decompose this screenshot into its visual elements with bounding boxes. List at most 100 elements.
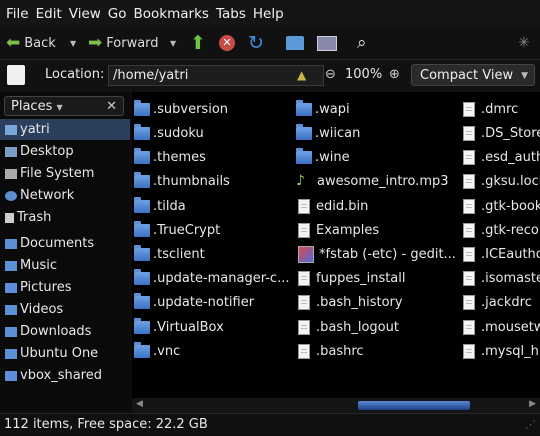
sidebar-item-videos[interactable]: Videos [0,299,130,320]
file-name: Examples [316,222,380,238]
computer-icon[interactable] [317,27,337,59]
file-item[interactable]: .gksu.lock [461,170,540,192]
reload-icon[interactable]: ↻ [248,27,264,59]
document-icon [463,246,475,262]
file-item[interactable]: .vnc [134,340,180,362]
folder-icon [134,244,150,261]
menu-tabs[interactable]: Tabs [216,6,246,22]
zoom-out-icon[interactable]: ⊖ [325,67,336,82]
forward-button[interactable]: ➡ Forward [88,27,159,59]
file-item[interactable]: .gtk-recor [461,219,540,241]
document-icon [463,319,475,335]
file-item[interactable]: .tsclient [134,243,205,265]
sidebar-item-file-system[interactable]: File System [0,163,130,184]
scrollbar-thumb[interactable] [358,401,470,410]
scroll-left-icon[interactable]: ◀ [136,399,143,409]
sidebar-item-music[interactable]: Music [0,255,130,276]
file-item[interactable]: .subversion [134,98,228,120]
sidebar-label: Music [20,258,57,273]
file-item[interactable]: .ICEautho [461,243,540,265]
sidebar-item-downloads[interactable]: Downloads [0,321,130,342]
file-item[interactable]: .themes [134,146,206,168]
file-item[interactable]: .gtk-book [461,195,540,217]
file-item[interactable]: .jackdrc [461,291,532,313]
file-item[interactable]: fuppes_install [296,267,406,289]
edit-location-icon[interactable] [7,65,25,85]
file-item[interactable]: .tilda [134,195,186,217]
bookmark-icon[interactable]: ▲ [297,68,306,82]
sidebar-item-yatri[interactable]: yatri [0,119,130,140]
close-icon[interactable]: ✕ [106,97,117,117]
view-mode-label: Compact View [420,68,514,83]
back-button[interactable]: ⬅ Back [6,27,56,59]
file-item[interactable]: .mousetw [461,316,540,338]
sidebar-item-network[interactable]: Network [0,185,130,206]
file-item[interactable]: .wapi [296,98,350,120]
file-item[interactable]: .DS_Store [461,122,540,144]
menu-bookmarks[interactable]: Bookmarks [134,6,209,22]
places-selector[interactable]: Places ▼ ✕ [4,96,124,116]
file-item[interactable]: .update-notifier [134,291,254,313]
file-name: .isomaste [481,270,540,286]
file-item[interactable]: .bash_logout [296,316,399,338]
document-icon [463,343,475,359]
document-icon [298,343,310,359]
file-item[interactable]: .mysql_his [461,340,540,362]
stop-icon[interactable]: ✕ [219,27,235,59]
file-item[interactable]: .bashrc [296,340,364,362]
file-item[interactable]: .wine [296,146,350,168]
sidebar-item-vbox-shared[interactable]: vbox_shared [0,365,130,386]
file-view: .subversion .sudoku .themes .thumbnails … [132,92,540,398]
home-icon[interactable] [286,27,304,59]
sidebar-label: Downloads [20,324,92,339]
file-name: .mousetw [481,319,540,335]
resize-grip-icon[interactable]: ⋰ [525,414,536,436]
menu-edit[interactable]: Edit [36,6,62,22]
sidebar-item-desktop[interactable]: Desktop [0,141,130,162]
file-item[interactable]: .wiican [296,122,360,144]
back-history-dropdown[interactable]: ▼ [70,27,76,59]
sidebar-item-pictures[interactable]: Pictures [0,277,130,298]
view-mode-select[interactable]: Compact View ▼ [411,64,535,86]
file-item[interactable]: *fstab (-etc) - gedit... [296,243,456,265]
file-item[interactable]: Examples [296,219,379,241]
menu-view[interactable]: View [69,6,101,22]
music-note-icon: ♪ [296,173,305,189]
file-item[interactable]: ♪ awesome_intro.mp3 [296,170,449,192]
zoom-in-icon[interactable]: ⊕ [389,67,400,82]
horizontal-scrollbar[interactable]: ◀ ▶ [132,398,540,413]
sidebar-label: vbox_shared [20,368,102,383]
up-arrow-icon[interactable]: ⬆ [190,27,206,59]
sidebar-item-trash[interactable]: Trash [0,207,130,228]
folder-icon [5,238,17,249]
file-item[interactable]: .dmrc [461,98,518,120]
file-item[interactable]: .isomaste [461,267,540,289]
file-name: .vnc [153,343,181,359]
file-item[interactable]: .thumbnails [134,170,230,192]
sidebar-label: File System [20,166,95,181]
throbber-icon: ✳ [518,35,530,51]
menu-help[interactable]: Help [253,6,284,22]
sidebar-item-documents[interactable]: Documents [0,233,130,254]
file-item[interactable]: .bash_history [296,291,403,313]
file-item[interactable]: edid.bin [296,195,368,217]
file-item[interactable]: .update-manager-c... [134,267,289,289]
trash-icon [5,212,14,223]
folder-icon [5,282,17,293]
forward-arrow-icon: ➡ [88,33,103,53]
scroll-right-icon[interactable]: ▶ [529,399,536,409]
file-item[interactable]: .TrueCrypt [134,219,220,241]
file-item[interactable]: .esd_auth [461,146,540,168]
network-icon [5,190,17,201]
sidebar-item-ubuntu-one[interactable]: Ubuntu One [0,343,130,364]
file-item[interactable]: .sudoku [134,122,204,144]
document-icon [463,149,475,165]
search-icon[interactable]: ⌕ [357,27,367,59]
forward-history-dropdown[interactable]: ▼ [170,27,176,59]
menu-file[interactable]: File [6,6,29,22]
file-item[interactable]: .VirtualBox [134,316,224,338]
location-input[interactable]: /home/yatri [108,65,324,86]
image-file-icon [298,245,314,263]
menu-go[interactable]: Go [108,6,127,22]
file-name: fuppes_install [316,270,406,286]
